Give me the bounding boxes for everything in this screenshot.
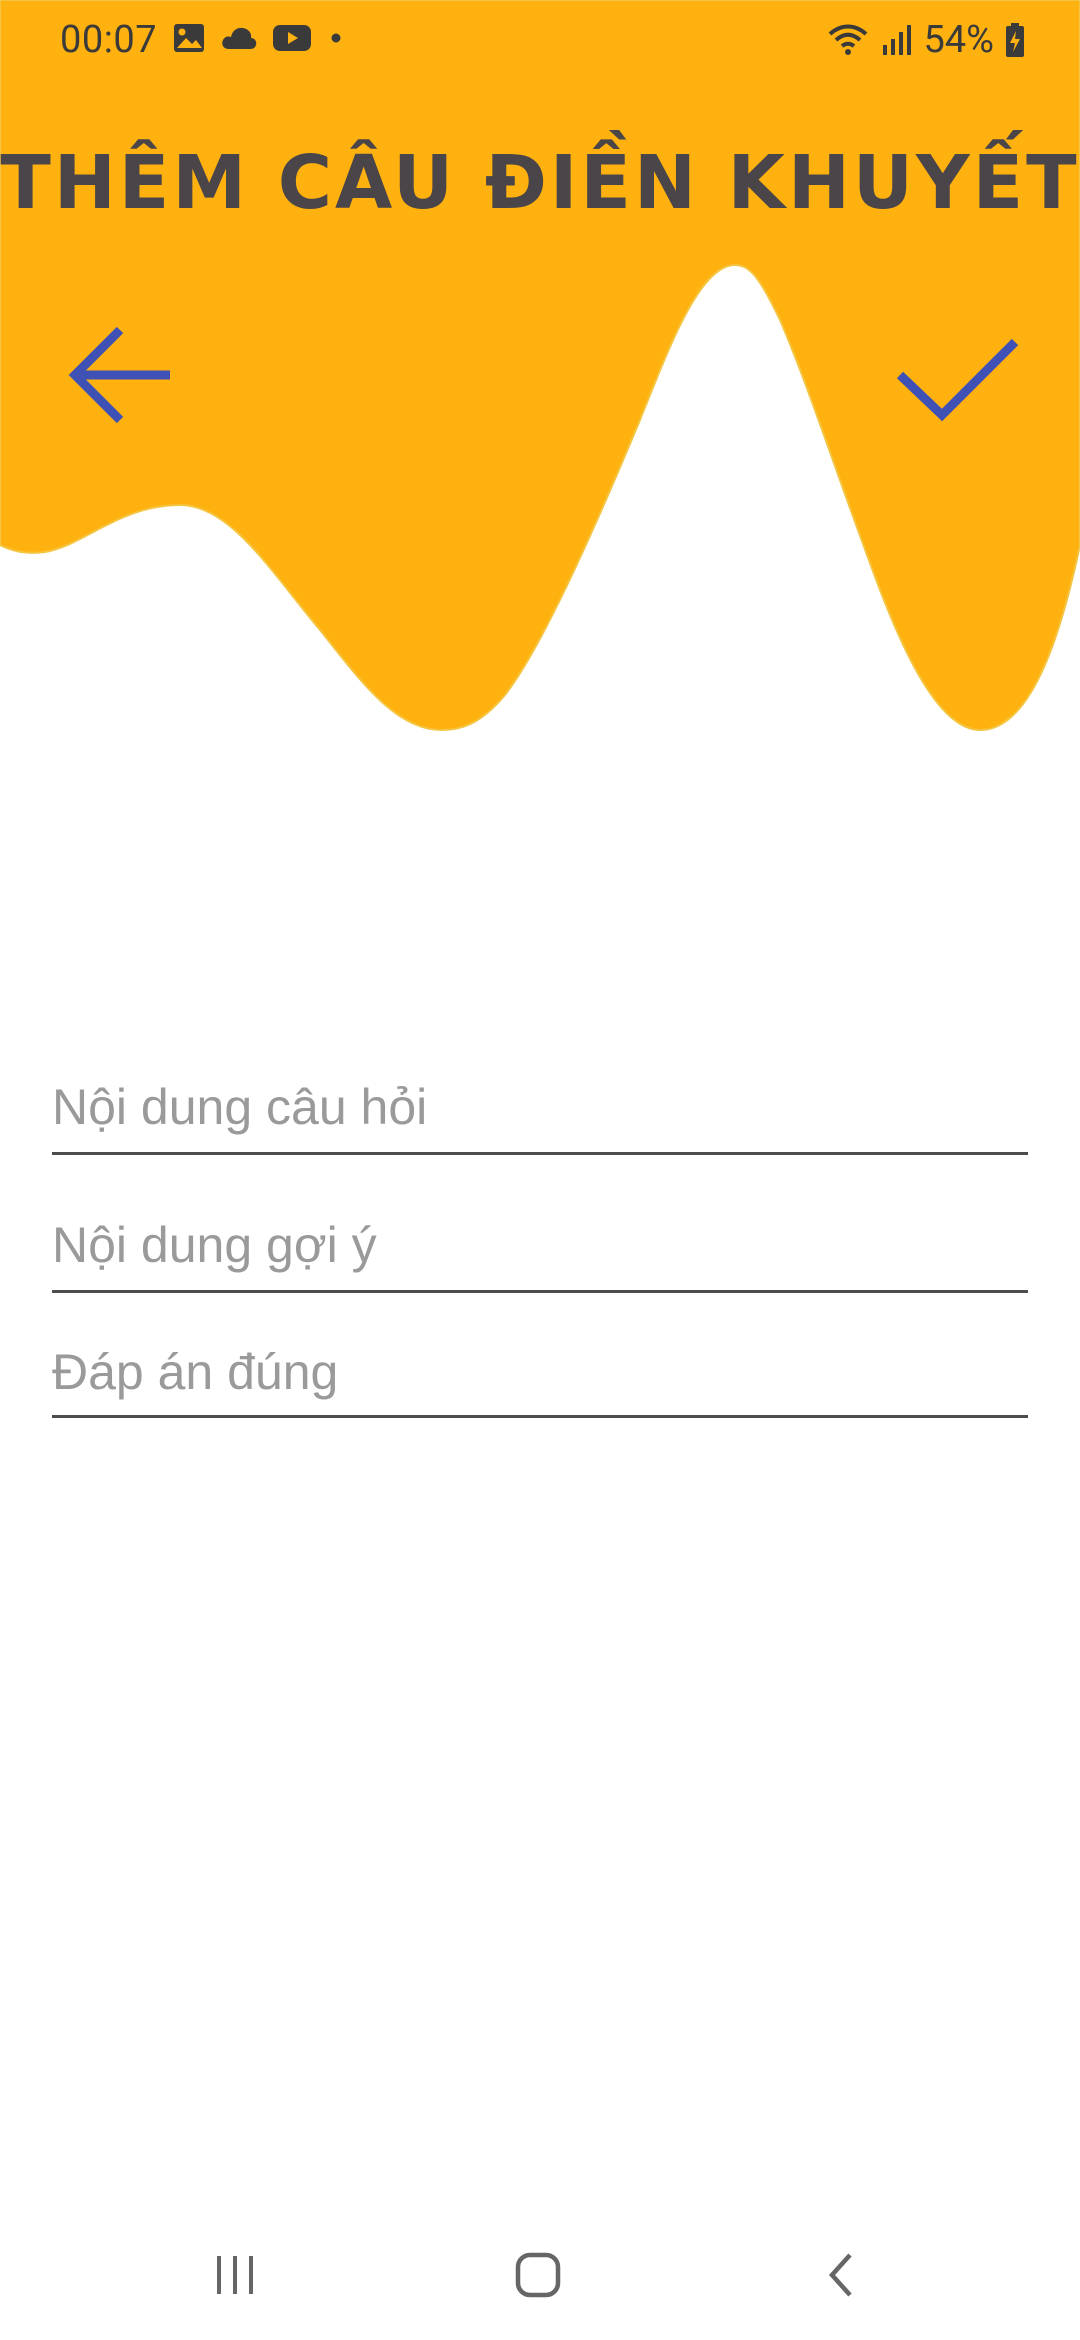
home-icon — [515, 2252, 561, 2298]
hint-field-container — [52, 1203, 1028, 1293]
answer-field-container — [52, 1331, 1028, 1418]
battery-charging-icon — [1006, 23, 1024, 57]
back-button[interactable] — [55, 310, 185, 440]
youtube-icon — [273, 25, 311, 51]
system-back-button[interactable] — [780, 2225, 900, 2325]
hint-input[interactable] — [52, 1203, 1028, 1287]
page-title: THÊM CÂU ĐIỀN KHUYẾT — [0, 140, 1080, 226]
status-time: 00:07 — [60, 18, 158, 62]
status-bar: 00:07 54% — [0, 0, 1080, 80]
cloud-icon — [222, 27, 257, 49]
screen: 00:07 54% THÊM CÂU ĐIỀN KHUYẾT Nội dung … — [0, 0, 1080, 2340]
question-input[interactable] — [52, 1065, 1028, 1149]
dot-icon — [331, 33, 341, 43]
recents-button[interactable] — [175, 2225, 295, 2325]
status-right: 54% — [827, 18, 1026, 62]
signal-icon — [883, 25, 912, 55]
answer-input[interactable] — [52, 1331, 1028, 1412]
question-field-container — [52, 1065, 1028, 1155]
wifi-icon — [829, 24, 868, 55]
checkmark-icon — [896, 338, 1019, 422]
confirm-button[interactable] — [890, 310, 1020, 440]
home-button[interactable] — [478, 2225, 598, 2325]
battery-percentage: 54% — [923, 18, 994, 62]
recents-icon — [217, 2256, 253, 2294]
navigation-bar — [0, 2210, 1080, 2340]
status-left-icons — [172, 22, 346, 54]
form — [52, 1065, 1028, 1418]
arrow-left-icon — [68, 326, 170, 424]
back-chevron-icon — [828, 2253, 852, 2297]
gallery-icon — [174, 24, 204, 52]
